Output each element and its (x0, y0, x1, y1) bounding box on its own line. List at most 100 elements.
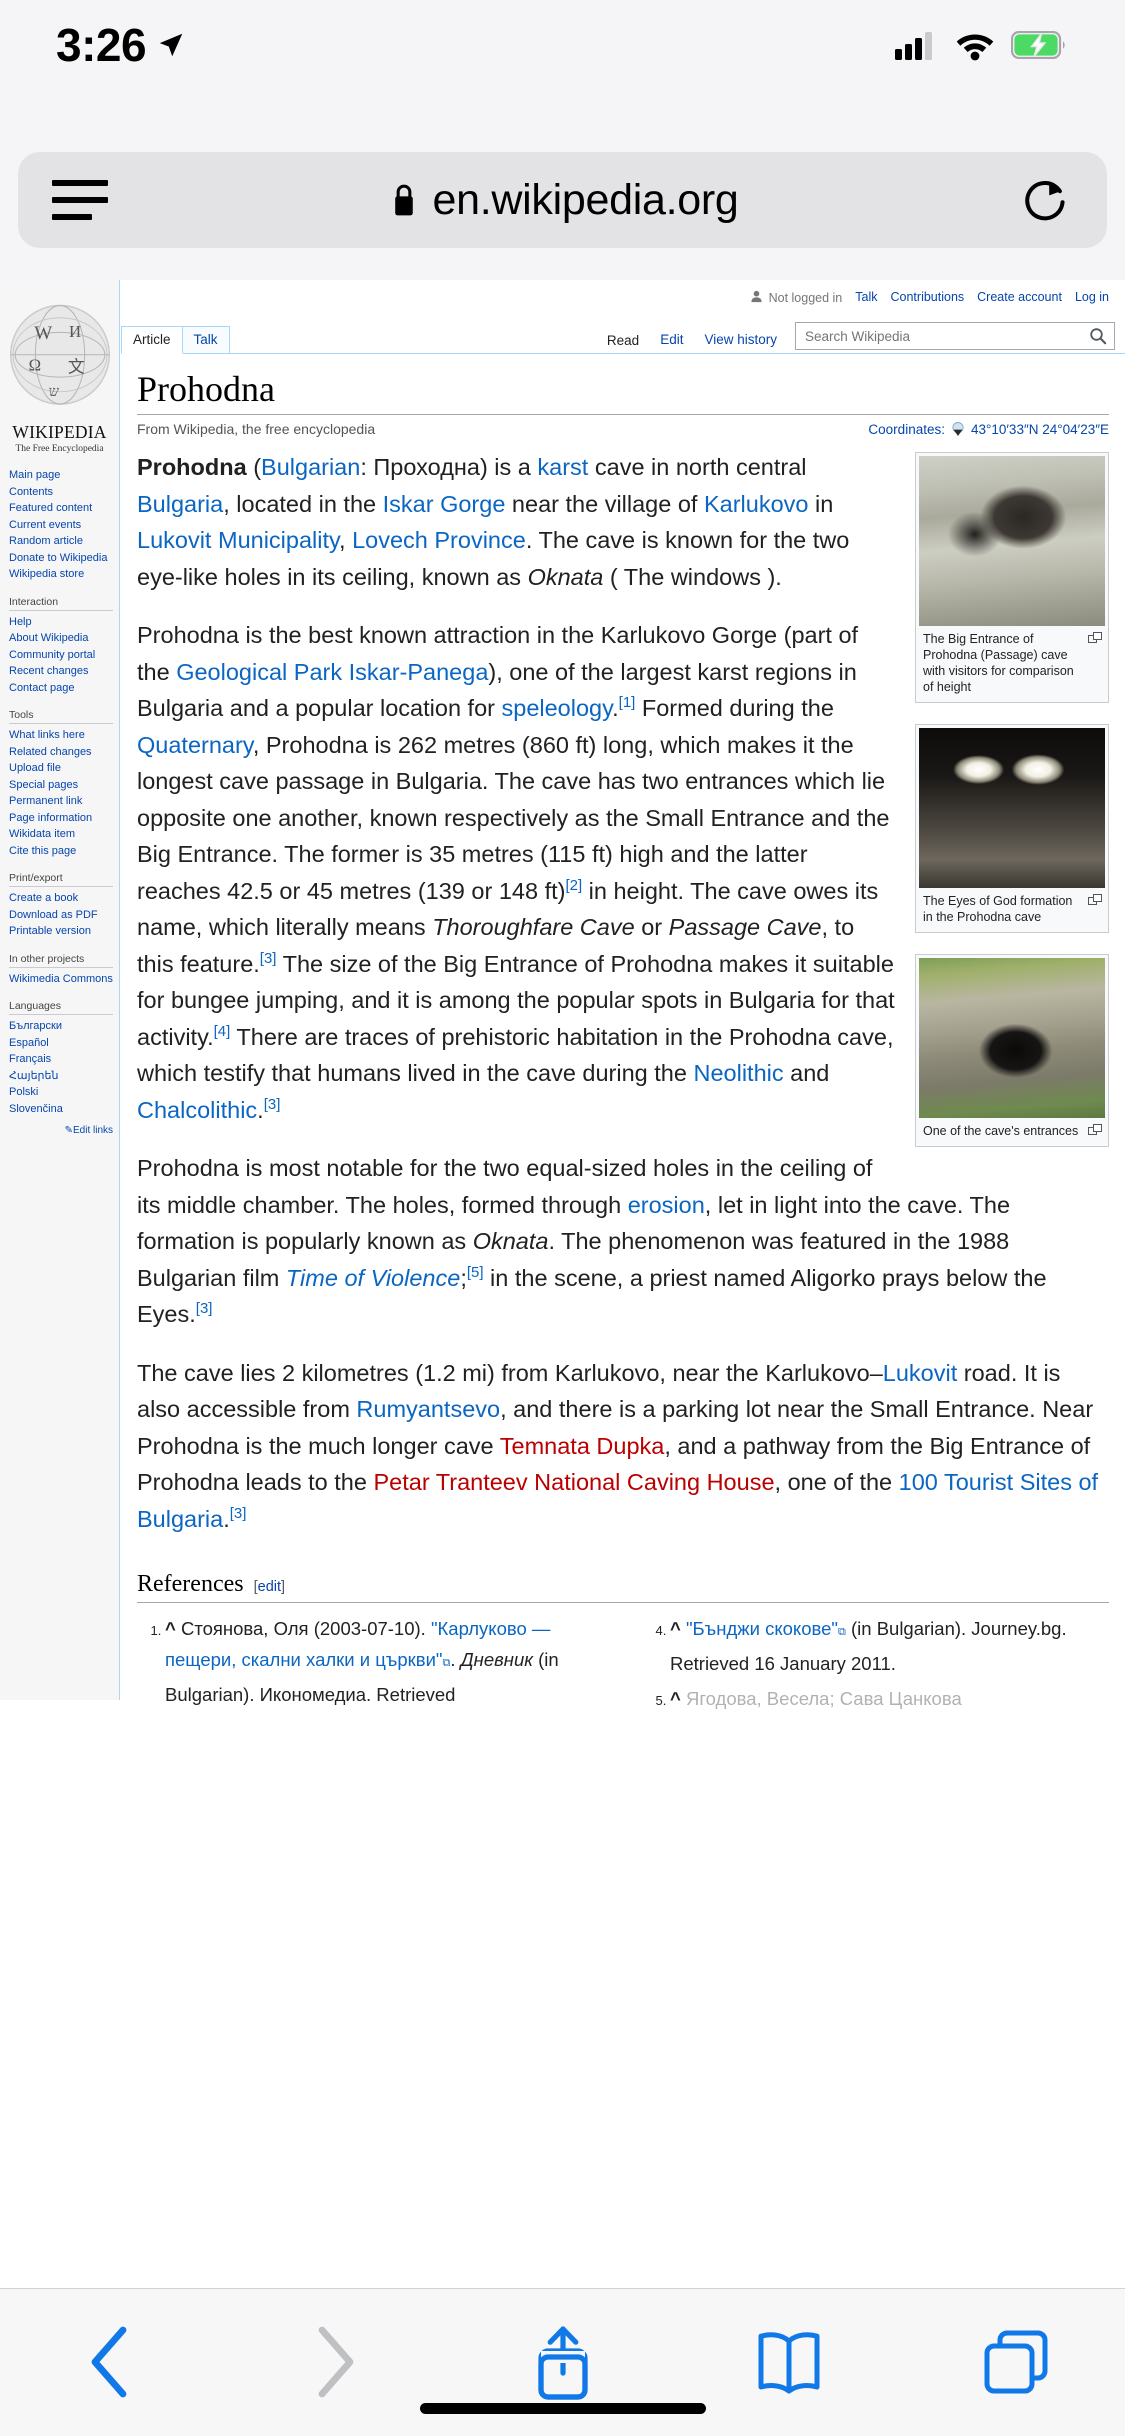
personal-link-login[interactable]: Log in (1075, 290, 1109, 304)
sidebar-item-wikipedia-store[interactable]: Wikipedia store (9, 566, 119, 583)
reference-link[interactable]: [1] (619, 694, 636, 711)
sidebar-item-permanent-link[interactable]: Permanent link (9, 793, 119, 810)
tab-talk[interactable]: Talk (181, 326, 230, 353)
sidebar-item-special-pages[interactable]: Special pages (9, 777, 119, 794)
tabs-button[interactable] (961, 2319, 1071, 2405)
reference-link[interactable]: [2] (565, 877, 582, 894)
sidebar-item-what-links-here[interactable]: What links here (9, 727, 119, 744)
reference-link[interactable]: [5] (467, 1264, 484, 1281)
sidebar-item-printable-version[interactable]: Printable version (9, 923, 119, 940)
reference-link[interactable]: [3] (264, 1096, 281, 1113)
article-link[interactable]: Chalcolithic (137, 1097, 257, 1123)
sidebar-item-main-page[interactable]: Main page (9, 467, 119, 484)
article-link[interactable]: Lukovit (883, 1360, 957, 1386)
article-link[interactable]: Lovech Province (352, 527, 526, 553)
coordinates[interactable]: Coordinates: 43°10′33″N 24°04′23″E (868, 421, 1109, 437)
back-button[interactable] (54, 2319, 164, 2405)
personal-link-create-account[interactable]: Create account (977, 290, 1062, 304)
sidebar-item-donate-to-wikipedia[interactable]: Donate to Wikipedia (9, 550, 119, 567)
sidebar-item-current-events[interactable]: Current events (9, 517, 119, 534)
sidebar-item-sloven-ina[interactable]: Slovenčina (9, 1101, 119, 1118)
thumbnail-big-entrance[interactable]: The Big Entrance of Prohodna (Passage) c… (915, 452, 1109, 703)
sidebar-item-help[interactable]: Help (9, 614, 119, 631)
sidebar-item-polski[interactable]: Polski (9, 1084, 119, 1101)
article-link[interactable]: Bulgarian (261, 454, 360, 480)
article-link[interactable]: Geological Park Iskar-Panega (176, 659, 488, 685)
backref-caret-icon[interactable]: ^ (165, 1618, 181, 1639)
sidebar-item-[interactable]: Հայերեն (9, 1068, 119, 1085)
sidebar-item-wikidata-item[interactable]: Wikidata item (9, 826, 119, 843)
sidebar-item-related-changes[interactable]: Related changes (9, 744, 119, 761)
sidebar-item-page-information[interactable]: Page information (9, 810, 119, 827)
wikipedia-globe-logo[interactable]: W И Ω 文 ש (4, 294, 116, 420)
reference-marker[interactable]: [2] (565, 877, 582, 894)
reference-link[interactable]: [3] (230, 1505, 247, 1522)
forward-button[interactable] (281, 2319, 391, 2405)
sidebar-item-community-portal[interactable]: Community portal (9, 647, 119, 664)
article-link[interactable]: Lukovit Municipality (137, 527, 339, 553)
thumbnail-eyes-of-god[interactable]: The Eyes of God formation in the Prohodn… (915, 724, 1109, 933)
sidebar-item-download-as-pdf[interactable]: Download as PDF (9, 907, 119, 924)
hamburger-menu-icon[interactable] (52, 180, 108, 220)
article-link[interactable]: Neolithic (693, 1060, 783, 1086)
sidebar-item-espa-ol[interactable]: Español (9, 1035, 119, 1052)
article-link[interactable]: Karlukovo (704, 491, 809, 517)
reload-icon[interactable] (1019, 173, 1073, 227)
reference-marker[interactable]: [4] (214, 1023, 231, 1040)
reference-link[interactable]: [3] (260, 950, 277, 967)
reference-marker[interactable]: [3] (260, 950, 277, 967)
backref-caret-icon[interactable]: ^ (670, 1618, 686, 1639)
tab-view-history[interactable]: View history (693, 327, 788, 353)
sidebar-item-about-wikipedia[interactable]: About Wikipedia (9, 630, 119, 647)
sidebar-item-recent-changes[interactable]: Recent changes (9, 663, 119, 680)
thumbnail-cave-entrance[interactable]: One of the cave's entrances (915, 954, 1109, 1147)
sidebar-item-featured-content[interactable]: Featured content (9, 500, 119, 517)
article-link[interactable]: Bulgaria (137, 491, 223, 517)
article-link[interactable]: Iskar Gorge (383, 491, 506, 517)
tab-article[interactable]: Article (121, 326, 183, 354)
share-button[interactable] (508, 2319, 618, 2405)
backref-caret-icon[interactable]: ^ (670, 1688, 686, 1709)
reference-marker[interactable]: [3] (230, 1505, 247, 1522)
sidebar-item-create-a-book[interactable]: Create a book (9, 890, 119, 907)
reference-marker[interactable]: [3] (264, 1096, 281, 1113)
reference-marker[interactable]: [1] (619, 694, 636, 711)
edit-link-label[interactable]: edit (258, 1579, 281, 1595)
article-redlink[interactable]: Temnata Dupka (500, 1433, 665, 1459)
article-redlink[interactable]: Petar Tranteev National Caving House (373, 1469, 774, 1495)
sidebar-item-fran-ais[interactable]: Français (9, 1051, 119, 1068)
bookmarks-button[interactable] (734, 2319, 844, 2405)
safari-address-bar[interactable]: en.wikipedia.org (18, 152, 1107, 248)
cave-image-big-entrance[interactable] (919, 456, 1105, 626)
personal-link-contributions[interactable]: Contributions (891, 290, 965, 304)
reference-marker[interactable]: [5] (467, 1264, 484, 1281)
reference-link[interactable]: [4] (214, 1023, 231, 1040)
cave-image-entrance[interactable] (919, 958, 1105, 1118)
sidebar-item-contents[interactable]: Contents (9, 484, 119, 501)
article-link[interactable]: Quaternary (137, 732, 253, 758)
article-link[interactable]: speleology (502, 695, 613, 721)
reference-link[interactable]: [3] (196, 1300, 213, 1317)
magnify-icon[interactable] (1088, 1124, 1102, 1136)
magnify-icon[interactable] (1088, 894, 1102, 906)
search-icon[interactable] (1089, 327, 1107, 345)
search-box[interactable] (795, 322, 1115, 350)
article-link[interactable]: Rumyantsevo (356, 1396, 500, 1422)
tab-read[interactable]: Read (596, 328, 650, 354)
sidebar-item-random-article[interactable]: Random article (9, 533, 119, 550)
article-link[interactable]: karst (537, 454, 588, 480)
article-link[interactable]: Time of Violence (286, 1265, 460, 1291)
reference-external-link[interactable]: "Бънджи скокове" (686, 1618, 838, 1639)
sidebar-item-cite-this-page[interactable]: Cite this page (9, 843, 119, 860)
personal-link-talk[interactable]: Talk (855, 290, 877, 304)
sidebar-item-upload-file[interactable]: Upload file (9, 760, 119, 777)
reference-marker[interactable]: [3] (196, 1300, 213, 1317)
references-edit-link[interactable]: [edit] (254, 1579, 285, 1595)
sidebar-item-[interactable]: Български (9, 1018, 119, 1035)
search-input[interactable] (803, 327, 1089, 345)
tab-edit[interactable]: Edit (649, 327, 694, 353)
url-display[interactable]: en.wikipedia.org (108, 176, 1019, 225)
article-link[interactable]: erosion (628, 1192, 705, 1218)
sidebar-edit-links[interactable]: ✎Edit links (0, 1125, 119, 1136)
web-page-viewport[interactable]: W И Ω 文 ש WIKIPEDIA The Free Encyclopedi… (0, 280, 1125, 2404)
